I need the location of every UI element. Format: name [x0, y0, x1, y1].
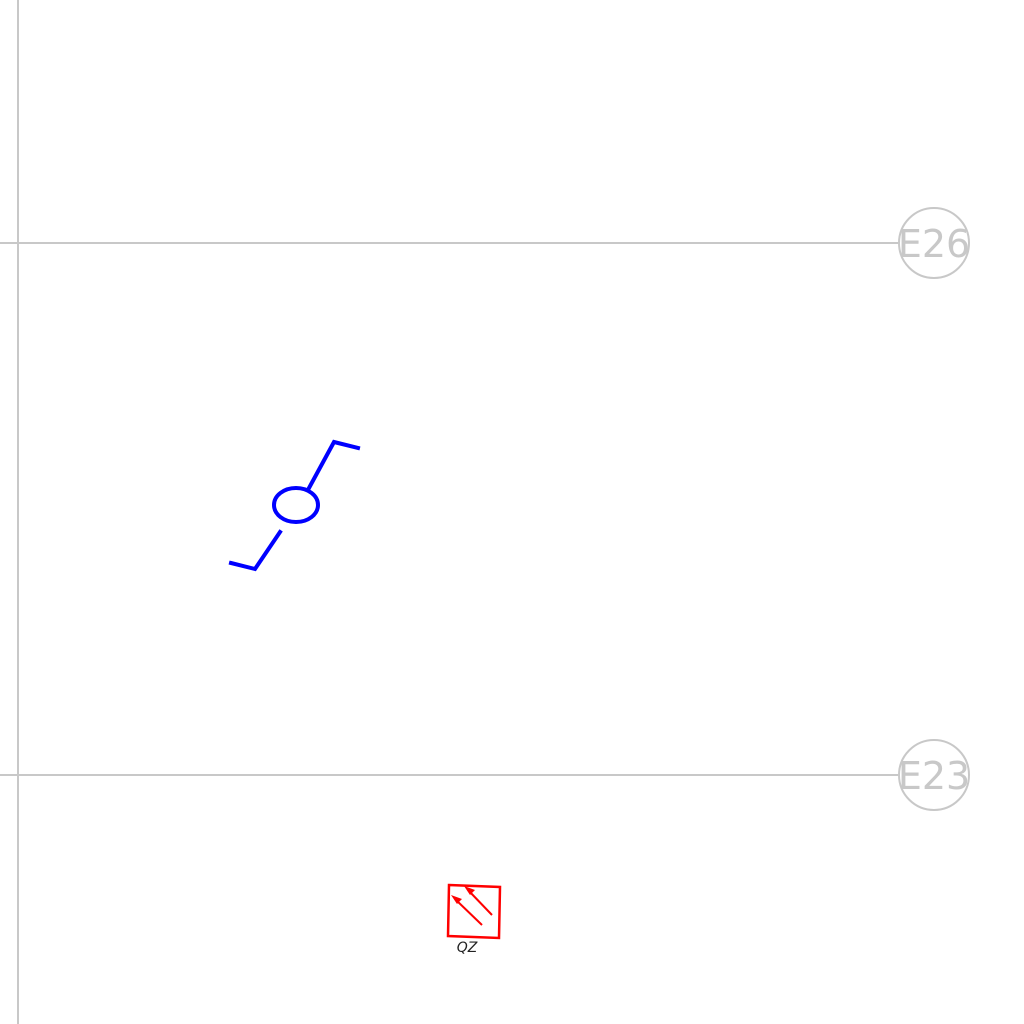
- grid-bubble-label: E23: [898, 754, 970, 798]
- grid-bubble-label: E26: [898, 222, 970, 266]
- device-label: QZ: [457, 940, 478, 956]
- two-way-switch-icon[interactable]: [228, 439, 361, 572]
- double-arrow-box-icon[interactable]: [446, 883, 502, 940]
- drawing-canvas: E26 E23 QZ: [0, 0, 970, 1024]
- grid-bubble-e23: E23: [898, 739, 970, 811]
- grid-bubble-e26: E26: [898, 207, 970, 279]
